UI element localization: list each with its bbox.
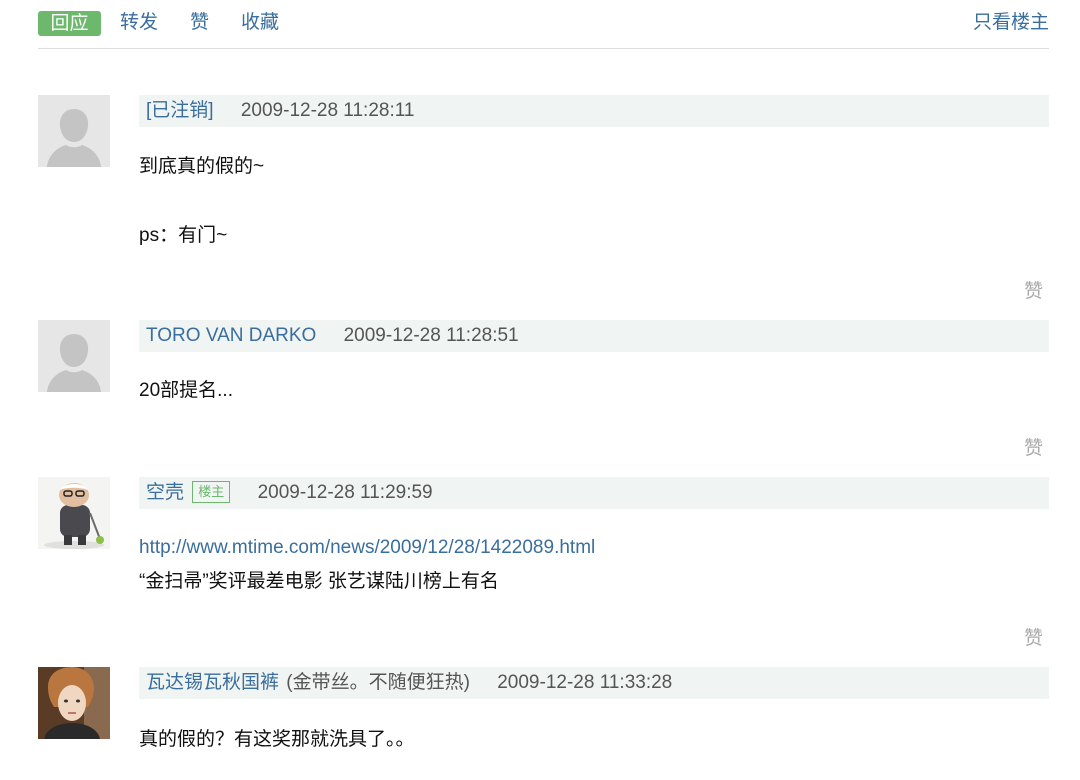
comment-meta: TORO VAN DARKO 2009-12-28 11:28:51 <box>139 320 1049 352</box>
comment-meta: 瓦达锡瓦秋国裤 (金带丝。不随便狂热) 2009-12-28 11:33:28 <box>139 667 1049 699</box>
op-badge: 楼主 <box>192 481 231 503</box>
comment-text: “金扫帚”奖评最差电影 张艺谋陆川榜上有名 <box>139 571 499 592</box>
author-name[interactable]: 空壳 <box>146 482 184 503</box>
post-action-bar: 回应 转发 赞 收藏 只看楼主 <box>38 0 1049 49</box>
author-name[interactable]: 瓦达锡瓦秋国裤 <box>146 672 279 693</box>
portrait-photo-avatar-icon[interactable] <box>38 667 110 739</box>
default-avatar-icon[interactable] <box>38 95 110 167</box>
author-name[interactable]: [已注销] <box>146 100 214 121</box>
old-man-cartoon-avatar-icon[interactable] <box>38 477 110 549</box>
comment-item: TORO VAN DARKO 2009-12-28 11:28:51 20部提名… <box>38 320 1049 465</box>
comment-text: 20部提名... <box>139 380 233 401</box>
reply-button[interactable]: 回应 <box>38 11 101 36</box>
like-link[interactable]: 赞 <box>190 10 209 36</box>
like-button[interactable]: 赞 <box>1024 436 1043 462</box>
comment-item: 瓦达锡瓦秋国裤 (金带丝。不随便狂热) 2009-12-28 11:33:28 … <box>38 667 1049 777</box>
comment-text: ps：有门~ <box>139 225 228 246</box>
timestamp: 2009-12-28 11:28:11 <box>240 100 415 121</box>
comment-text: 到底真的假的~ <box>139 156 265 177</box>
timestamp: 2009-12-28 11:33:28 <box>497 672 673 693</box>
forward-link[interactable]: 转发 <box>120 10 158 36</box>
comment-meta: [已注销] 2009-12-28 11:28:11 <box>139 95 1049 127</box>
comment-link-line: http://www.mtime.com/news/2009/12/28/142… <box>139 535 595 561</box>
timestamp: 2009-12-28 11:28:51 <box>343 325 519 346</box>
comment-item: [已注销] 2009-12-28 11:28:11 到底真的假的~ ps：有门~… <box>38 95 1049 310</box>
default-avatar-icon[interactable] <box>38 320 110 392</box>
like-button[interactable]: 赞 <box>1024 279 1043 305</box>
comment-meta: 空壳 楼主 2009-12-28 11:29:59 <box>139 477 1049 509</box>
timestamp: 2009-12-28 11:29:59 <box>257 482 433 503</box>
only-op-link[interactable]: 只看楼主 <box>973 10 1049 36</box>
comment-text: 真的假的？有这奖那就洗具了。。 <box>139 729 415 750</box>
author-signature: (金带丝。不随便狂热) <box>286 672 470 693</box>
like-button[interactable]: 赞 <box>1024 626 1043 652</box>
collect-link[interactable]: 收藏 <box>241 10 279 36</box>
news-link[interactable]: http://www.mtime.com/news/2009/12/28/142… <box>139 537 595 558</box>
comment-item: 空壳 楼主 2009-12-28 11:29:59 http://www.mti… <box>38 477 1049 657</box>
author-name[interactable]: TORO VAN DARKO <box>146 325 316 346</box>
